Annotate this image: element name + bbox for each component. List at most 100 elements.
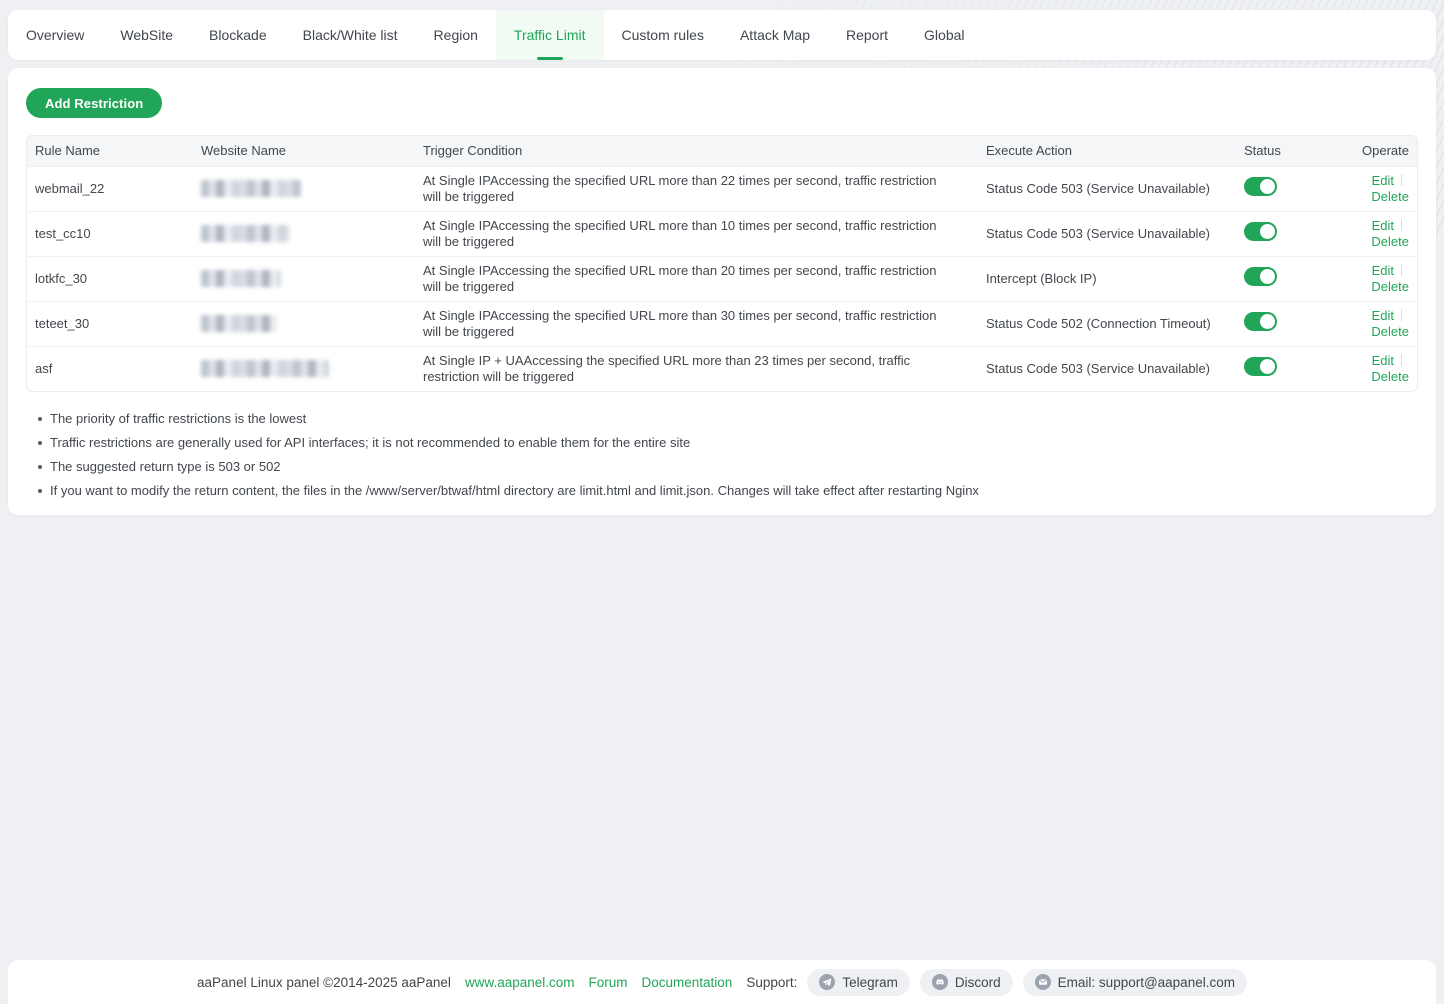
trigger-condition-cell: At Single IPAccessing the specified URL … [415,301,978,346]
trigger-condition-cell: At Single IP + UAAccessing the specified… [415,346,978,391]
footer-links: www.aapanel.com Forum Documentation [451,975,732,990]
operate-cell: EditDelete [1334,211,1418,256]
tab-label: Attack Map [740,27,810,43]
nav-tabs: Overview WebSite Blockade Black/White list R… [8,10,983,60]
website-name-redacted [201,315,277,332]
tab-label: Blockade [209,27,267,43]
tab-website[interactable]: WebSite [102,10,191,60]
operate-cell: EditDelete [1334,301,1418,346]
tab-attack-map[interactable]: Attack Map [722,10,828,60]
tab-region[interactable]: Region [416,10,496,60]
edit-link[interactable]: Edit [1372,263,1394,278]
tab-label: Overview [26,27,84,43]
operate-cell: EditDelete [1334,166,1418,211]
support-button-label: Email: support@aapanel.com [1058,975,1235,990]
column-header-operate: Operate [1334,136,1418,166]
operate-separator [1401,174,1402,186]
tab-custom-rules[interactable]: Custom rules [604,10,722,60]
tab-label: WebSite [120,27,173,43]
table-row: teteet_30 At Single IPAccessing the speci… [27,301,1418,346]
footer-link-www-aapanel-com[interactable]: www.aapanel.com [465,975,575,990]
column-header-execute-action: Execute Action [978,136,1236,166]
operate-cell: EditDelete [1334,256,1418,301]
status-toggle[interactable] [1244,177,1277,196]
website-name-cell [193,211,415,256]
support-button-label: Telegram [842,975,898,990]
website-name-cell [193,166,415,211]
tab-label: Report [846,27,888,43]
add-restriction-button[interactable]: Add Restriction [26,88,162,118]
status-toggle[interactable] [1244,357,1277,376]
execute-action-cell: Status Code 503 (Service Unavailable) [978,166,1236,211]
rules-table: Rule NameWebsite NameTrigger ConditionEx… [26,135,1418,392]
status-cell [1236,256,1334,301]
note-item: The priority of traffic restrictions is … [33,407,1418,431]
website-name-redacted [201,225,289,242]
tab-label: Black/White list [303,27,398,43]
website-name-redacted [201,180,301,197]
status-toggle[interactable] [1244,267,1277,286]
table-row: lotkfc_30 At Single IPAccessing the speci… [27,256,1418,301]
operate-separator [1401,309,1402,321]
tab-label: Custom rules [622,27,704,43]
table-row: test_cc10At Single IPAccessing the speci… [27,211,1418,256]
footer-link-forum[interactable]: Forum [589,975,628,990]
delete-link[interactable]: Delete [1371,234,1409,249]
edit-link[interactable]: Edit [1372,353,1394,368]
status-cell [1236,211,1334,256]
table-body: webmail_22At Single IPAccessing the spec… [27,166,1418,391]
note-item: Traffic restrictions are generally used … [33,431,1418,455]
delete-link[interactable]: Delete [1371,189,1409,204]
status-cell [1236,166,1334,211]
tab-traffic-limit[interactable]: Traffic Limit [496,10,604,60]
operate-separator [1401,219,1402,231]
edit-link[interactable]: Edit [1372,218,1394,233]
website-name-redacted [201,270,281,287]
telegram-icon [819,974,835,990]
delete-link[interactable]: Delete [1371,324,1409,339]
tab-overview[interactable]: Overview [8,10,102,60]
trigger-condition-cell: At Single IPAccessing the specified URL … [415,166,978,211]
website-name-cell [193,301,415,346]
delete-link[interactable]: Delete [1371,369,1409,384]
status-cell [1236,301,1334,346]
execute-action-cell: Status Code 503 (Service Unavailable) [978,211,1236,256]
column-header-website-name: Website Name [193,136,415,166]
tab-report[interactable]: Report [828,10,906,60]
support-button-email[interactable]: Email: support@aapanel.com [1023,969,1247,996]
copyright-text: aaPanel Linux panel ©2014-2025 aaPanel [197,975,451,990]
trigger-condition-cell: At Single IPAccessing the specified URL … [415,256,978,301]
delete-link[interactable]: Delete [1371,279,1409,294]
rule-name-cell: lotkfc_30 [27,256,193,301]
notes-list: The priority of traffic restrictions is … [33,407,1418,503]
tab-blockade[interactable]: Blockade [191,10,285,60]
support-buttons: Telegram Discord Email: support@aapanel.co… [797,969,1247,996]
tab-global[interactable]: Global [906,10,982,60]
traffic-limit-panel: Add Restriction Rule NameWebsite NameTri… [8,68,1436,515]
table-row: asfAt Single IP + UAAccessing the specif… [27,346,1418,391]
support-label: Support: [746,975,797,990]
operate-separator [1401,264,1402,276]
support-button-telegram[interactable]: Telegram [807,969,910,996]
top-navigation: Overview WebSite Blockade Black/White list R… [8,10,1436,60]
column-header-rule-name: Rule Name [27,136,193,166]
operate-cell: EditDelete [1334,346,1418,391]
support-button-discord[interactable]: Discord [920,969,1013,996]
discord-icon [932,974,948,990]
tab-label: Global [924,27,964,43]
footer-link-documentation[interactable]: Documentation [642,975,733,990]
rule-name-cell: teteet_30 [27,301,193,346]
rule-name-cell: test_cc10 [27,211,193,256]
tab-black-white-list[interactable]: Black/White list [285,10,416,60]
status-toggle[interactable] [1244,222,1277,241]
website-name-redacted [201,360,329,377]
website-name-cell [193,346,415,391]
operate-separator [1401,354,1402,366]
website-name-cell [193,256,415,301]
execute-action-cell: Status Code 502 (Connection Timeout) [978,301,1236,346]
edit-link[interactable]: Edit [1372,173,1394,188]
column-header-trigger-condition: Trigger Condition [415,136,978,166]
status-toggle[interactable] [1244,312,1277,331]
edit-link[interactable]: Edit [1372,308,1394,323]
note-item: The suggested return type is 503 or 502 [33,455,1418,479]
